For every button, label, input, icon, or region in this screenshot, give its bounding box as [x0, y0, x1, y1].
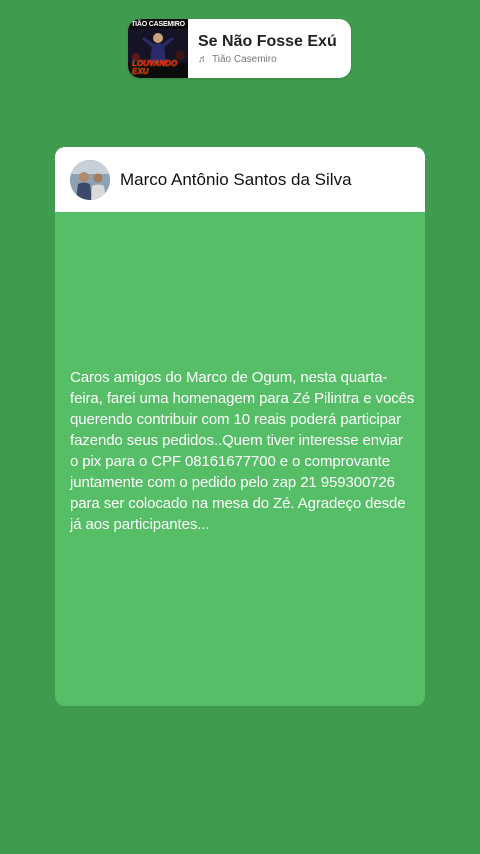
post-text: Caros amigos do Marco de Ogum, nesta qua… [70, 369, 415, 533]
avatar[interactable] [70, 159, 110, 200]
author-name[interactable]: Marco Antônio Santos da Silva [120, 170, 352, 190]
post-body: Caros amigos do Marco de Ogum, nesta qua… [55, 212, 425, 706]
album-art-figure [128, 29, 188, 63]
music-info: Se Não Fosse Exú ♬ Tião Casemiro [188, 19, 337, 78]
album-art-artist-text: TIÃO CASEMIRO [131, 21, 185, 28]
song-title: Se Não Fosse Exú [198, 33, 337, 50]
album-art: TIÃO CASEMIRO LOUVANDO EXU [128, 19, 188, 78]
post-card: Marco Antônio Santos da Silva Caros amig… [55, 147, 425, 706]
album-title-line2: EXU [132, 67, 149, 76]
artist-row: ♬ Tião Casemiro [198, 54, 337, 65]
artist-name: Tião Casemiro [212, 54, 277, 65]
music-sticker[interactable]: TIÃO CASEMIRO LOUVANDO EXU Se Não Fosse … [128, 19, 351, 78]
music-note-icon: ♬ [198, 54, 208, 65]
post-header[interactable]: Marco Antônio Santos da Silva [55, 147, 425, 212]
avatar-photo [70, 159, 110, 200]
album-art-title-text: LOUVANDO EXU [132, 60, 177, 76]
